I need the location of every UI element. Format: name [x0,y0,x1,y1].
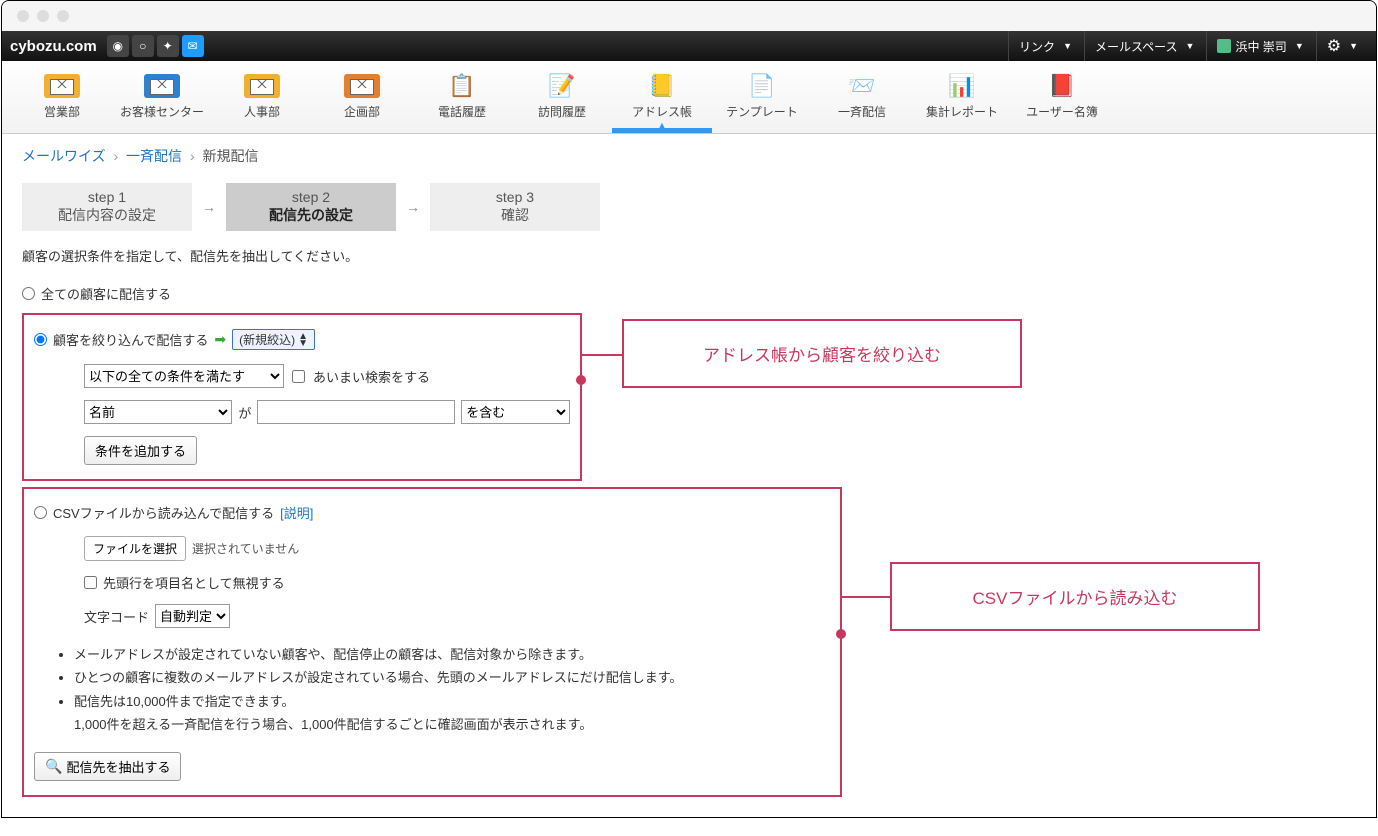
app-icon-1[interactable]: ◉ [107,35,129,57]
step-1: step 1 配信内容の設定 [22,183,192,231]
csv-help-link[interactable]: [説明] [280,503,313,522]
user-menu[interactable]: 浜中 崇司▼ [1206,31,1313,61]
breadcrumb-current: 新規配信 [203,148,259,164]
callout-connector-line-2 [842,596,892,598]
link-menu[interactable]: リンク▼ [1008,31,1082,61]
note-item: メールアドレスが設定されていない顧客や、配信停止の顧客は、配信対象から除きます。 [74,643,830,666]
chevron-down-icon: ▼ [1186,41,1195,51]
callout-csv: CSVファイルから読み込む [890,562,1260,631]
csv-section: CSVファイルから読み込んで配信する [説明] ファイルを選択 選択されていませ… [22,487,842,797]
toolbar-item-template[interactable]: 📄テンプレート [712,67,812,133]
traffic-light-close[interactable] [17,10,29,22]
logo: cybozu.com [10,38,97,55]
bulk-send-icon: 📨 [846,73,878,99]
instruction-text: 顧客の選択条件を指定して、配信先を抽出してください。 [22,246,1356,265]
app-toolbar: 営業部 お客様センター 人事部 企画部 📋電話履歴 📝訪問履歴 📒アドレス帳 📄… [2,61,1376,134]
ga-text: が [238,403,251,422]
traffic-light-max[interactable] [57,10,69,22]
radio-csv-label: CSVファイルから読み込んで配信する [53,503,274,522]
condition-combinator-select[interactable]: 以下の全ての条件を満たす [84,364,284,388]
note-item: 配信先は10,000件まで指定できます。1,000件を超える一斉配信を行う場合、… [74,690,830,737]
global-header: cybozu.com ◉ ○ ✦ ✉ リンク▼ メールスペース▼ 浜中 崇司▼ … [2,31,1376,61]
value-input[interactable] [257,400,455,424]
window-title-bar [2,1,1376,31]
chevron-down-icon: ▼ [1063,41,1072,51]
settings-menu[interactable]: ⚙▼ [1316,31,1368,61]
report-icon: 📊 [946,73,978,99]
radio-all-customers[interactable] [22,287,35,300]
fuzzy-search-checkbox[interactable] [292,370,305,383]
skip-header-label: 先頭行を項目名として無視する [103,573,285,592]
addressbook-icon: 📒 [646,73,678,99]
template-icon: 📄 [746,73,778,99]
extract-button[interactable]: 🔍配信先を抽出する [34,752,181,781]
operator-select[interactable]: を含む [461,400,570,424]
toolbar-item-visit-history[interactable]: 📝訪問履歴 [512,67,612,133]
avatar-icon [1217,39,1231,53]
phone-history-icon: 📋 [446,73,478,99]
callout-addressbook: アドレス帳から顧客を絞り込む [622,319,1022,388]
toolbar-item-phone-history[interactable]: 📋電話履歴 [412,67,512,133]
app-icon-3[interactable]: ✦ [157,35,179,57]
arrow-right-green-icon: ➡ [214,331,226,348]
toolbar-item-planning[interactable]: 企画部 [312,67,412,133]
toolbar-item-bulk-send[interactable]: 📨一斉配信 [812,67,912,133]
new-filter-button[interactable]: (新規絞込)▲▼ [232,329,315,350]
mailspace-menu[interactable]: メールスペース▼ [1084,31,1204,61]
toolbar-item-sales[interactable]: 営業部 [12,67,112,133]
visit-history-icon: 📝 [546,73,578,99]
radio-filter-customers[interactable] [34,333,47,346]
callout-connector-dot-2 [836,629,846,639]
breadcrumb-link-1[interactable]: 一斉配信 [126,148,182,164]
add-condition-button[interactable]: 条件を追加する [84,436,197,465]
skip-header-checkbox[interactable] [84,576,97,589]
radio-all-label: 全ての顧客に配信する [41,284,171,303]
wizard-steps: step 1 配信内容の設定 → step 2 配信先の設定 → step 3 … [2,178,1376,246]
callout-connector-dot [576,375,586,385]
radio-filter-label: 顧客を絞り込んで配信する [53,330,208,349]
filter-section: 顧客を絞り込んで配信する ➡ (新規絞込)▲▼ 以下の全ての条件を満たす あいま… [22,313,582,481]
toolbar-item-support[interactable]: お客様センター [112,67,212,133]
file-choose-button[interactable]: ファイルを選択 [84,536,186,561]
charset-label: 文字コード [84,607,149,626]
arrow-right-icon: → [202,199,216,215]
arrow-right-icon: → [406,199,420,215]
gear-icon: ⚙ [1327,36,1341,56]
toolbar-item-user-list[interactable]: 📕ユーザー名簿 [1012,67,1112,133]
chevron-down-icon: ▼ [1349,41,1358,51]
file-status-text: 選択されていません [192,540,299,557]
breadcrumb: メールワイズ › 一斉配信 › 新規配信 [2,134,1376,178]
callout-connector-line [582,354,624,356]
search-icon: 🔍 [45,758,62,775]
radio-csv[interactable] [34,506,47,519]
note-item: ひとつの顧客に複数のメールアドレスが設定されている場合、先頭のメールアドレスにだ… [74,666,830,689]
toolbar-item-addressbook[interactable]: 📒アドレス帳 [612,67,712,133]
chevron-down-icon: ▼ [1295,41,1304,51]
notes-list: メールアドレスが設定されていない顧客や、配信停止の顧客は、配信対象から除きます。… [34,643,830,737]
fuzzy-search-label: あいまい検索をする [313,367,430,386]
charset-select[interactable]: 自動判定 [155,604,230,628]
mail-icon[interactable]: ✉ [182,35,204,57]
user-list-icon: 📕 [1046,73,1078,99]
traffic-light-min[interactable] [37,10,49,22]
toolbar-item-hr[interactable]: 人事部 [212,67,312,133]
field-select[interactable]: 名前 [84,400,232,424]
step-3: step 3 確認 [430,183,600,231]
app-icon-2[interactable]: ○ [132,35,154,57]
toolbar-item-report[interactable]: 📊集計レポート [912,67,1012,133]
step-2: step 2 配信先の設定 [226,183,396,231]
breadcrumb-link-0[interactable]: メールワイズ [22,148,106,164]
